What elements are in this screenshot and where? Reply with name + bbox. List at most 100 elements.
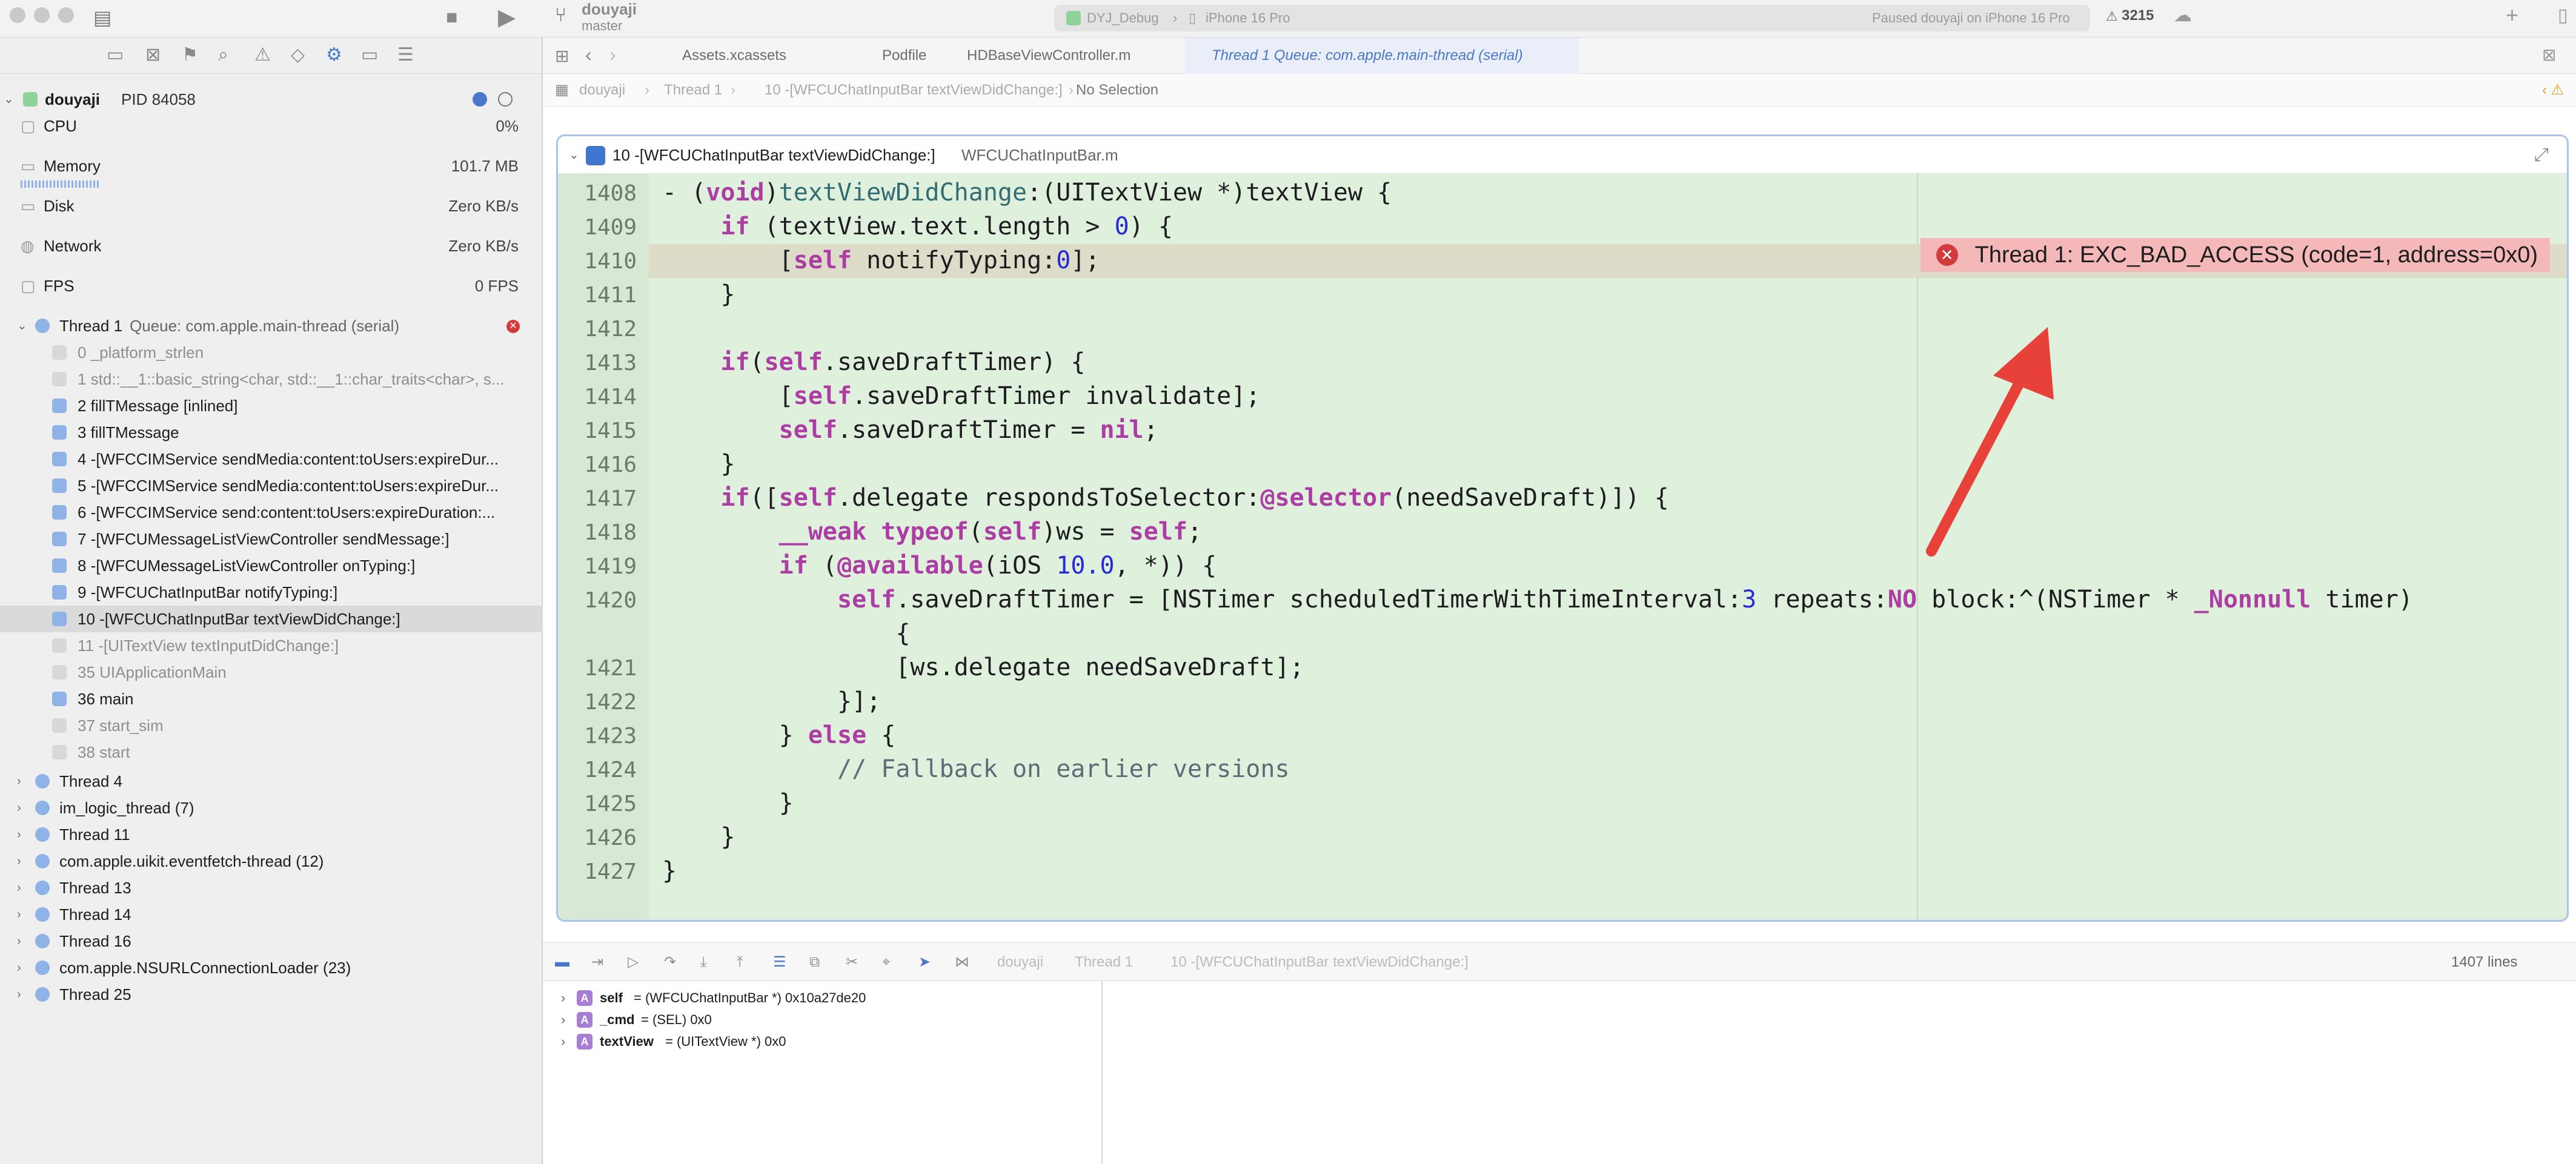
inspector-toggle-icon[interactable]: ▯ (2558, 5, 2568, 26)
related-items-icon[interactable]: ▦ (555, 74, 569, 107)
thread-row[interactable]: › Thread 13 (0, 875, 543, 901)
tab-thread-1[interactable]: Thread 1 Queue: com.apple.main-thread (s… (1185, 38, 1579, 74)
breakpoints-icon[interactable]: ⇥ (591, 943, 603, 982)
stack-frame-row[interactable]: 35 UIApplicationMain (0, 659, 543, 686)
search-icon[interactable]: ⌕ (218, 46, 228, 64)
code-line[interactable]: if (@available(iOS 10.0, *)) { (662, 552, 1217, 580)
add-icon[interactable]: + (2506, 2, 2518, 28)
gauge-network[interactable]: ◍ Network Zero KB/s (0, 233, 543, 273)
code-line[interactable]: }]; (662, 687, 881, 715)
metrics-icon[interactable]: ⋈ (955, 943, 969, 982)
folder-icon[interactable]: ▭ (107, 46, 124, 64)
breadcrumb-selection[interactable]: No Selection (1076, 74, 1158, 107)
code-line[interactable]: { (662, 620, 910, 647)
gauge-cpu[interactable]: ▢ CPU 0% (0, 113, 543, 153)
stack-frame-row[interactable]: 6 -[WFCCIMService send:content:toUsers:e… (0, 499, 543, 526)
console-toggle-icon[interactable]: ▬ (555, 943, 569, 982)
thread-row[interactable]: › Thread 4 (0, 768, 543, 795)
test-icon[interactable]: ◇ (291, 46, 305, 64)
code-line[interactable]: // Fallback on earlier versions (662, 755, 1290, 783)
thread-row[interactable]: › Thread 25 (0, 981, 543, 1008)
stack-frame-row[interactable]: 11 -[UITextView textInputDidChange:] (0, 632, 543, 659)
grid-icon[interactable]: ⊞ (555, 46, 569, 66)
code-line[interactable]: [self notifyTyping:0]; (662, 246, 1100, 274)
gauge-disk[interactable]: ▭ Disk Zero KB/s (0, 193, 543, 233)
continue-icon[interactable]: ▷ (628, 943, 639, 982)
memory-graph-icon[interactable]: ⧉ (809, 943, 820, 982)
code-line[interactable]: self.saveDraftTimer = [NSTimer scheduled… (662, 586, 2413, 613)
step-out-icon[interactable]: ⤒ (737, 943, 743, 982)
debug-crumb-thread[interactable]: Thread 1 (1075, 943, 1133, 982)
code-line[interactable]: } (662, 857, 677, 885)
gauge-fps[interactable]: ▢ FPS 0 FPS (0, 273, 543, 312)
device-selector[interactable]: iPhone 16 Pro (1206, 5, 1290, 31)
chevron-right-icon[interactable]: › (17, 928, 21, 954)
scheme-selector[interactable]: DYJ_Debug (1087, 5, 1159, 31)
forward-icon[interactable]: › (609, 44, 616, 66)
stack-frame-row[interactable]: 10 -[WFCUChatInputBar textViewDidChange:… (0, 606, 543, 632)
stack-frame-row[interactable]: 38 start (0, 739, 543, 766)
close-tab-icon[interactable]: ⊠ (2542, 45, 2556, 65)
stack-frame-row[interactable]: 37 start_sim (0, 712, 543, 739)
chevron-right-icon[interactable]: › (561, 1031, 565, 1053)
code-line[interactable]: } (662, 280, 735, 308)
issue-count[interactable]: 3215 (2122, 7, 2154, 24)
code-line[interactable]: } else { (662, 721, 896, 749)
chevron-right-icon[interactable]: › (17, 768, 21, 795)
chevron-down-icon[interactable]: ⌄ (569, 136, 579, 174)
thread-row[interactable]: › com.apple.uikit.eventfetch-thread (12) (0, 848, 543, 875)
code-line[interactable]: __weak typeof(self)ws = self; (662, 518, 1202, 546)
stack-frame-row[interactable]: 4 -[WFCCIMService sendMedia:content:toUs… (0, 446, 543, 472)
code-line[interactable]: - (void)textViewDidChange:(UITextView *)… (662, 179, 1392, 207)
tab-assets[interactable]: Assets.xcassets (658, 38, 858, 74)
chevron-right-icon[interactable]: › (17, 954, 21, 981)
thread-1-row[interactable]: ⌄ Thread 1 Queue: com.apple.main-thread … (0, 312, 543, 339)
code-line[interactable]: self.saveDraftTimer = nil; (662, 416, 1158, 444)
stack-frame-row[interactable]: 0 _platform_strlen (0, 339, 543, 366)
source-control-icon[interactable]: ⊠ (145, 46, 161, 64)
code-line[interactable]: [ws.delegate needSaveDraft]; (662, 653, 1304, 681)
chevron-right-icon[interactable]: › (17, 875, 21, 901)
stop-process-icon[interactable] (498, 92, 513, 107)
stack-frame-row[interactable]: 7 -[WFCUMessageListViewController sendMe… (0, 526, 543, 552)
process-row[interactable]: ⌄ douyaji PID 84058 (0, 86, 543, 113)
warning-triangle-icon[interactable]: ⚠ (2106, 8, 2118, 24)
chevron-right-icon[interactable]: › (561, 1009, 565, 1031)
issue-icon[interactable]: ⚠ (254, 46, 271, 64)
expand-icon[interactable]: ⤢ (2534, 136, 2549, 174)
chevron-right-icon[interactable]: › (17, 821, 21, 848)
stack-frame-row[interactable]: 36 main (0, 686, 543, 712)
debug-navigator-icon[interactable]: ⚙ (326, 46, 342, 64)
step-over-icon[interactable]: ↷ (664, 943, 676, 982)
view-hierarchy-icon[interactable]: ☰ (773, 943, 786, 982)
thread-row[interactable]: › Thread 16 (0, 928, 543, 954)
report-icon[interactable]: ☰ (397, 46, 414, 64)
stack-frame-row[interactable]: 2 fillTMessage [inlined] (0, 392, 543, 419)
chevron-right-icon[interactable]: › (17, 981, 21, 1008)
code-line[interactable]: } (662, 450, 735, 478)
code-line[interactable]: } (662, 823, 735, 851)
thread-row[interactable]: › Thread 14 (0, 901, 543, 928)
debug-crumb-project[interactable]: douyaji (997, 943, 1043, 982)
thread-row[interactable]: › im_logic_thread (7) (0, 795, 543, 821)
back-icon[interactable]: ‹ (585, 44, 592, 66)
code-line[interactable]: if([self.delegate respondsToSelector:@se… (662, 484, 1668, 512)
thread-row[interactable]: › com.apple.NSURLConnectionLoader (23) (0, 954, 543, 981)
breakpoint-icon[interactable]: ▭ (361, 46, 378, 64)
code-line[interactable]: if (textView.text.length > 0) { (662, 213, 1173, 240)
step-into-icon[interactable]: ⤓ (700, 943, 707, 982)
chevron-down-icon[interactable]: ⌄ (4, 86, 14, 113)
stack-frame-row[interactable]: 8 -[WFCUMessageListViewController onTypi… (0, 552, 543, 579)
simulate-location-icon[interactable]: ⌖ (882, 943, 891, 982)
code-line[interactable]: [self.saveDraftTimer invalidate]; (662, 382, 1261, 410)
chevron-right-icon[interactable]: › (17, 795, 21, 821)
minimize-window-icon[interactable] (34, 7, 50, 23)
sidebar-toggle-icon[interactable]: ▤ (93, 6, 111, 29)
code-line[interactable]: } (662, 789, 794, 817)
breadcrumb-frame[interactable]: 10 -[WFCUChatInputBar textViewDidChange:… (765, 74, 1063, 107)
stack-frame-row[interactable]: 9 -[WFCUChatInputBar notifyTyping:] (0, 579, 543, 606)
thread-row[interactable]: › Thread 11 (0, 821, 543, 848)
chevron-down-icon[interactable]: ⌄ (17, 312, 27, 339)
close-window-icon[interactable] (10, 7, 25, 23)
chevron-right-icon[interactable]: › (561, 987, 565, 1009)
